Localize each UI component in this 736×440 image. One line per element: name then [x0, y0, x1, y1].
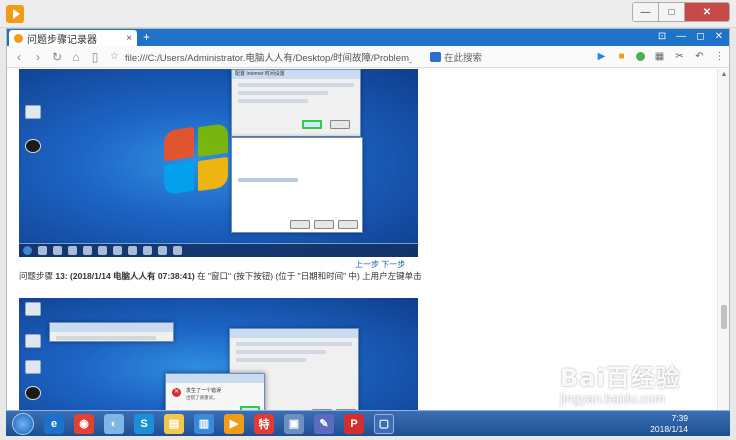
error-message: 出错了请重试。	[186, 395, 218, 400]
address-text: file:///C:/Users/Administrator.电脑人人有/Des…	[124, 52, 412, 64]
watermark-main: Bai百经验	[560, 364, 681, 392]
tab-favicon-icon	[14, 33, 23, 43]
tab-active[interactable]: 问题步骤记录器 ×	[9, 30, 137, 46]
player-icon[interactable]: ▶	[224, 413, 244, 434]
clock-time: 7:39	[671, 413, 688, 423]
recorder-app-icon[interactable]: ◐	[104, 413, 124, 434]
explorer-icon[interactable]: ▤	[164, 413, 184, 434]
error-icon: ✕	[172, 388, 181, 397]
step-screenshot-1: 配置 Internet 时间设置	[19, 69, 418, 257]
os-taskbar: e ◉ ◐ S ▤ ▥ ▶ 特 ▣ ✎ P ▢ 7:39 2018/1/14	[6, 410, 730, 436]
desktop-app-icon	[25, 139, 41, 153]
play-icon[interactable]: ▶	[596, 51, 607, 62]
home-icon[interactable]: ⌂	[68, 49, 84, 65]
tab-restore-icon[interactable]: ◻	[696, 30, 704, 44]
ok-button-mini	[290, 220, 310, 229]
tab-close-icon[interactable]: ×	[126, 33, 132, 44]
folder-icon	[25, 302, 41, 316]
scroll-up-icon[interactable]: ▲	[720, 71, 728, 79]
step-nav-links[interactable]: 上一步 下一步	[355, 259, 405, 270]
back-icon[interactable]: ‹	[11, 49, 27, 65]
clock-date: 2018/1/14	[650, 424, 688, 434]
caption-text: 在 "窗口" (按下按钮) (位于 "日期和时间" 中) 上用户左键单击	[194, 271, 422, 281]
special-app-icon[interactable]: 特	[254, 413, 274, 434]
maximize-button[interactable]: □	[659, 3, 685, 21]
tabbar-controls: ⊡ — ◻ ✕	[658, 30, 723, 44]
tab-list-icon[interactable]: ⊡	[658, 30, 666, 44]
dialog-title: 配置 Internet 时间设置	[232, 70, 360, 79]
date-time-dialog	[231, 137, 363, 233]
cancel-button-mini-2	[314, 220, 334, 229]
error-title: 发生了一个错误	[186, 388, 222, 394]
tab-minimize-icon[interactable]: —	[676, 30, 686, 44]
windows-logo-icon	[164, 122, 234, 199]
scissors-icon[interactable]: ✂	[674, 51, 685, 62]
app-icon	[6, 5, 24, 23]
window-app-icon[interactable]: ▢	[374, 413, 394, 434]
tab-close-window-icon[interactable]: ✕	[715, 30, 723, 44]
system-clock[interactable]: 7:39 2018/1/14	[650, 413, 688, 435]
extension-icon[interactable]	[636, 52, 645, 61]
watermark-url: jingyan.baidu.com	[560, 391, 665, 406]
forward-icon[interactable]: ›	[30, 49, 46, 65]
window-titlebar: — □ ✕	[0, 0, 736, 28]
p-app-icon[interactable]: P	[344, 413, 364, 434]
recycle-bin-icon	[25, 105, 41, 119]
vertical-scrollbar[interactable]: ▲ ▼	[717, 69, 729, 433]
scrollbar-thumb[interactable]	[721, 305, 727, 329]
caption-step-id: 13: (2018/1/14 电脑人人有 07:38:41)	[55, 271, 195, 281]
video-icon[interactable]: ■	[616, 51, 627, 62]
search-engine-icon[interactable]	[430, 51, 441, 62]
tab-bar: 问题步骤记录器 × + ⊡ — ◻ ✕	[7, 29, 729, 46]
toolbar-icons: ▶ ■ ▦ ✂ ↶ ⋮	[596, 51, 725, 62]
apply-button-mini	[338, 220, 358, 229]
mini-taskbar-1	[19, 243, 418, 257]
step-caption: 问题步骤 13: (2018/1/14 电脑人人有 07:38:41) 在 "窗…	[19, 270, 499, 282]
search-placeholder: 在此搜索	[444, 52, 483, 64]
internet-time-dialog: 配置 Internet 时间设置	[231, 69, 361, 137]
desktop-app-icon-2	[25, 386, 41, 400]
grid-icon[interactable]: ▦	[654, 51, 665, 62]
minimize-button[interactable]: —	[633, 3, 659, 21]
close-button[interactable]: ✕	[685, 3, 729, 21]
start-button[interactable]	[12, 412, 34, 435]
skype-icon[interactable]: S	[134, 413, 154, 434]
new-tab-button[interactable]: +	[143, 30, 150, 44]
address-bar[interactable]: ☆ file:///C:/Users/Administrator.电脑人人有/D…	[110, 49, 412, 65]
refresh-icon[interactable]: ↻	[49, 49, 65, 65]
network-app-icon[interactable]: ▣	[284, 413, 304, 434]
computer-icon	[25, 360, 41, 374]
undo-icon[interactable]: ↶	[694, 51, 705, 62]
ok-button-highlighted	[302, 120, 322, 129]
caption-prefix: 问题步骤	[19, 271, 56, 281]
search-box[interactable]: 在此搜索	[430, 50, 530, 64]
tab-label: 问题步骤记录器	[27, 34, 97, 46]
ie-icon[interactable]: e	[44, 413, 64, 434]
document-icon[interactable]: ▥	[194, 413, 214, 434]
window-controls: — □ ✕	[632, 2, 730, 22]
page-icon[interactable]: ▯	[87, 49, 103, 65]
star-icon[interactable]: ☆	[110, 51, 119, 62]
cancel-button-mini	[330, 120, 350, 129]
baidu-watermark: Bai百经验 jingyan.baidu.com	[560, 358, 700, 410]
chrome-icon[interactable]: ◉	[74, 413, 94, 434]
menu-icon[interactable]: ⋮	[714, 51, 725, 62]
recorder-toolbar-window	[49, 322, 174, 342]
browser-toolbar: ‹ › ↻ ⌂ ▯ ☆ file:///C:/Users/Administrat…	[7, 46, 729, 68]
tool-app-icon[interactable]: ✎	[314, 413, 334, 434]
recycle-bin-icon-2	[25, 334, 41, 348]
